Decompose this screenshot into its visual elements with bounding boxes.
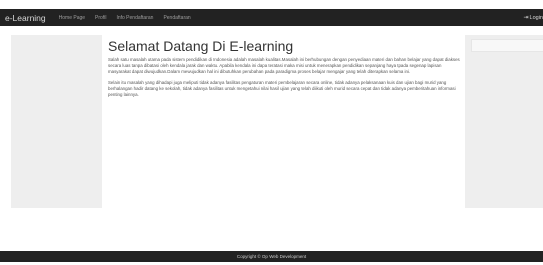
right-sidebar — [465, 35, 543, 208]
problem-paragraph: Selain itu masalah yang dihadapi juga me… — [108, 80, 456, 97]
right-sidebar-panel — [471, 39, 543, 52]
navbar: e-Learning Home Page Profil Info Pendaft… — [0, 9, 543, 26]
login-link[interactable]: ⇥ Login — [524, 9, 543, 26]
brand-link[interactable]: e-Learning — [5, 13, 46, 23]
nav-item-profil[interactable]: Profil — [95, 15, 106, 21]
copyright-text: Copyright © Op Web Development — [236, 254, 307, 259]
nav-item-home-page[interactable]: Home Page — [59, 15, 85, 21]
login-icon: ⇥ — [523, 15, 529, 21]
left-sidebar — [11, 35, 102, 208]
login-label: Login — [529, 14, 543, 21]
page-title: Selamat Datang Di E-learning — [108, 38, 294, 54]
nav-item-info-pendaftaran[interactable]: Info Pendaftaran — [116, 15, 153, 21]
nav-item-pendaftaran[interactable]: Pendaftaran — [163, 15, 190, 21]
main-content: Selamat Datang Di E-learning Salah satu … — [108, 35, 460, 208]
footer: Copyright © Op Web Development — [0, 251, 543, 262]
intro-paragraph: Salah satu masalah utama pada sistem pen… — [108, 57, 460, 74]
